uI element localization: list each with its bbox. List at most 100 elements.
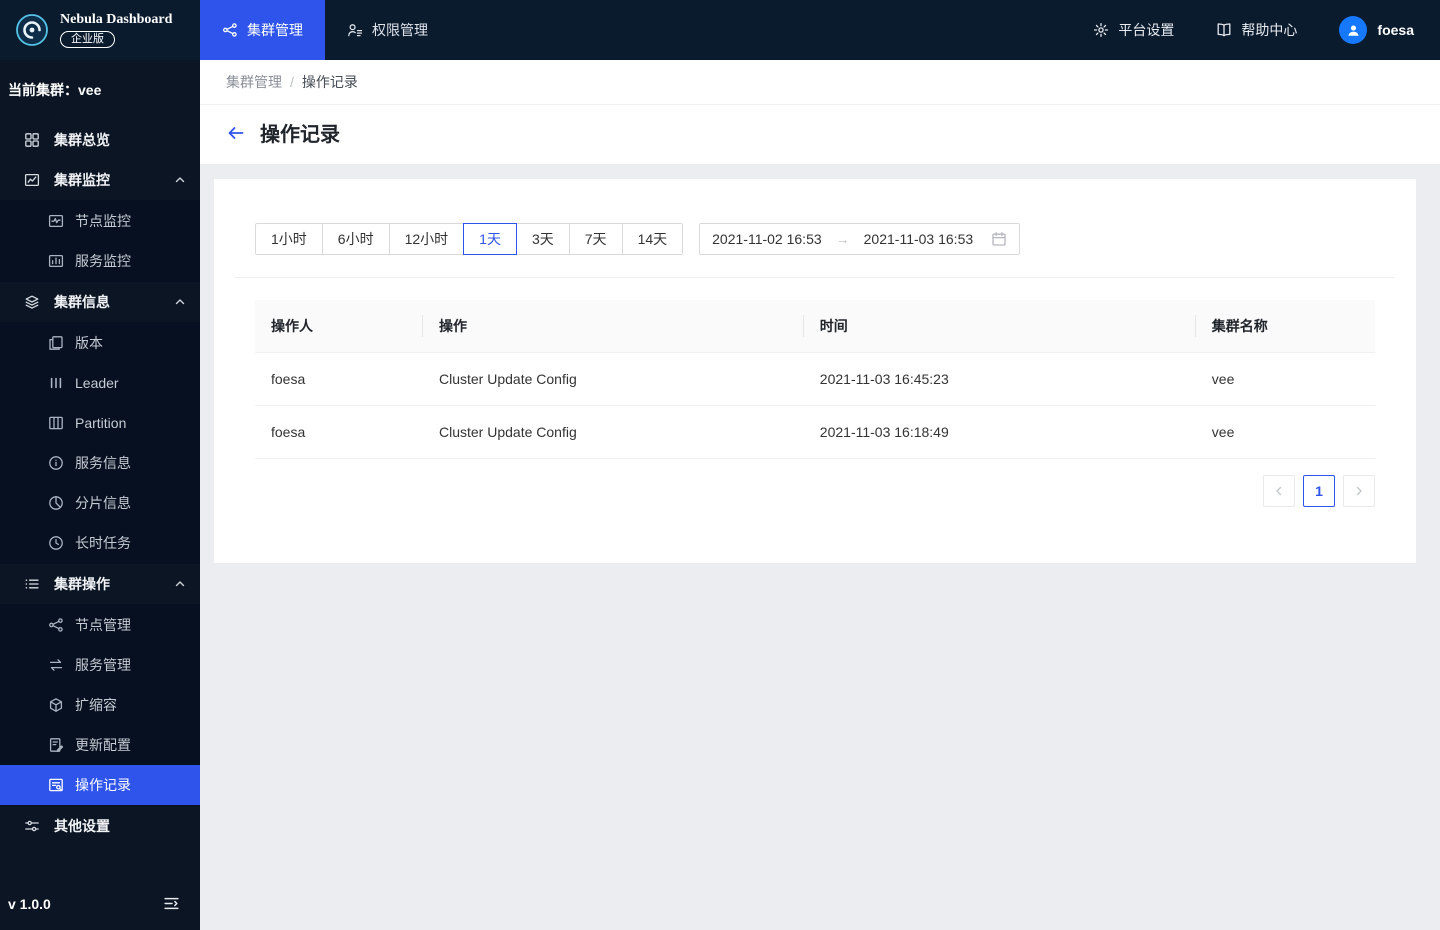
top-link-gear[interactable]: 平台设置 xyxy=(1093,20,1174,40)
node-manage-icon xyxy=(48,617,64,633)
sidebar-item-label: 集群总览 xyxy=(54,132,110,148)
time-filter-option-3[interactable]: 1天 xyxy=(463,223,517,255)
avatar xyxy=(1339,16,1368,44)
range-arrow-icon: → xyxy=(835,231,850,247)
sidebar-item-node-monitor[interactable]: 节点监控 xyxy=(0,201,200,241)
edition-badge: 企业版 xyxy=(60,31,115,48)
help-icon xyxy=(1216,22,1232,38)
pagination: 1 xyxy=(255,475,1375,507)
table-wrap: 操作人 操作 时间 集群名称 foesa Cluster Update Config 202… xyxy=(255,300,1375,459)
calendar-icon xyxy=(991,231,1007,247)
sidebar-item-version[interactable]: 版本 xyxy=(0,323,200,363)
top-tab-permission[interactable]: 权限管理 xyxy=(325,0,450,60)
current-cluster-label: 当前集群： xyxy=(8,82,78,98)
shard-info-icon xyxy=(48,495,64,511)
sidebar-item-partition[interactable]: Partition xyxy=(0,403,200,443)
time-filter-option-4[interactable]: 3天 xyxy=(515,223,570,255)
page-1-button[interactable]: 1 xyxy=(1303,475,1335,507)
sidebar-item-label: 更新配置 xyxy=(75,737,131,753)
top-tab-cluster[interactable]: 集群管理 xyxy=(200,0,325,60)
submenu: 节点监控 服务监控 xyxy=(0,200,200,282)
service-manage-icon xyxy=(48,657,64,673)
sidebar-group-cluster-operation[interactable]: 集群操作 xyxy=(0,564,200,604)
gear-icon xyxy=(1093,22,1109,38)
sidebar-footer: v 1.0.0 xyxy=(0,895,200,930)
collapse-sidebar-icon[interactable] xyxy=(163,895,180,912)
sidebar-item-node-manage[interactable]: 节点管理 xyxy=(0,605,200,645)
permission-icon xyxy=(347,22,363,38)
brand-title: Nebula Dashboard xyxy=(60,12,173,27)
sidebar-item-service-manage[interactable]: 服务管理 xyxy=(0,645,200,685)
time-filter-group: 1小时 6小时 12小时 1天 3天 7天 14天 xyxy=(255,223,684,255)
topbar-right: 平台设置 帮助中心 foesa xyxy=(1093,0,1440,60)
sidebar-item-shard-info[interactable]: 分片信息 xyxy=(0,483,200,523)
user-menu[interactable]: foesa xyxy=(1339,16,1414,44)
breadcrumb-item-0[interactable]: 集群管理 xyxy=(226,72,282,92)
sidebar-group-cluster-info[interactable]: 集群信息 xyxy=(0,282,200,322)
top-tab-label: 权限管理 xyxy=(372,22,428,38)
time-filter-option-6[interactable]: 14天 xyxy=(621,223,684,255)
submenu: 节点管理服务管理扩缩容更新配置操作记录 xyxy=(0,604,200,806)
operation-record-icon xyxy=(48,777,64,793)
table-cell-1: Cluster Update Config xyxy=(423,405,804,459)
sidebar-item-overview[interactable]: 集群总览 xyxy=(0,120,200,160)
version-label: v 1.0.0 xyxy=(8,895,51,912)
date-range-picker[interactable]: 2021-11-02 16:53 → 2021-11-03 16:53 xyxy=(699,223,1021,255)
other-settings-icon xyxy=(24,818,40,834)
chevron-up-icon xyxy=(174,578,186,590)
time-filter-option-5[interactable]: 7天 xyxy=(568,223,623,255)
sidebar-item-label: 其他设置 xyxy=(54,818,110,834)
next-page-button[interactable] xyxy=(1343,475,1375,507)
sidebar-item-label: 分片信息 xyxy=(75,495,131,511)
main-area: 集群管理 / 操作记录 操作记录 1小时 6小时 12小时 1天 3天 7天 14天 2021-… xyxy=(200,0,1440,587)
time-filter-option-1[interactable]: 6小时 xyxy=(321,223,390,255)
sidebar-item-label: 节点管理 xyxy=(75,617,131,633)
back-button[interactable] xyxy=(226,123,246,143)
sidebar-menu: 集群总览集群监控 节点监控服务监控集群信息版本 Leader Partition 服务信… xyxy=(0,120,200,895)
sidebar-item-long-task[interactable]: 长时任务 xyxy=(0,523,200,563)
nebula-logo-icon xyxy=(14,12,50,48)
sidebar-item-other-settings[interactable]: 其他设置 xyxy=(0,806,200,846)
sidebar-item-service-info[interactable]: 服务信息 xyxy=(0,443,200,483)
date-start: 2021-11-02 16:53 xyxy=(712,231,822,247)
sidebar-item-label: Leader xyxy=(75,375,119,391)
top-nav: 集群管理 权限管理 xyxy=(200,0,450,60)
table-cell-2: 2021-11-03 16:18:49 xyxy=(803,405,1196,459)
sidebar-item-label: 服务管理 xyxy=(75,657,131,673)
topbar: Nebula Dashboard 企业版 集群管理 权限管理 平台设置 帮助中心 f… xyxy=(0,0,1440,60)
sidebar-item-leader[interactable]: Leader xyxy=(0,363,200,403)
breadcrumb: 集群管理 / 操作记录 xyxy=(200,60,1440,105)
sidebar-item-service-monitor[interactable]: 服务监控 xyxy=(0,241,200,281)
overview-icon xyxy=(24,132,40,148)
divider xyxy=(235,277,1395,278)
partition-icon xyxy=(48,415,64,431)
sidebar-item-label: 版本 xyxy=(75,335,103,351)
prev-page-button[interactable] xyxy=(1263,475,1295,507)
content: 1小时 6小时 12小时 1天 3天 7天 14天 2021-11-02 16:53 → 2… xyxy=(200,164,1440,587)
breadcrumb-separator: / xyxy=(290,74,294,90)
sidebar-item-label: 扩缩容 xyxy=(75,697,117,713)
date-end: 2021-11-03 16:53 xyxy=(863,231,974,247)
version-icon xyxy=(48,335,64,351)
sidebar-item-label: Partition xyxy=(75,415,127,431)
title-row: 操作记录 xyxy=(200,105,1440,164)
column-header-1: 操作 xyxy=(423,300,804,353)
top-tab-label: 集群管理 xyxy=(247,22,303,38)
brand: Nebula Dashboard 企业版 xyxy=(0,0,200,60)
scale-icon xyxy=(48,697,64,713)
sidebar-item-label: 服务监控 xyxy=(75,253,131,269)
sidebar-item-update-config[interactable]: 更新配置 xyxy=(0,725,200,765)
time-filter-option-0[interactable]: 1小时 xyxy=(255,223,323,255)
time-filter-option-2[interactable]: 12小时 xyxy=(388,223,465,255)
sidebar-item-label: 操作记录 xyxy=(75,777,131,793)
leader-icon xyxy=(48,375,64,391)
breadcrumb-item-1: 操作记录 xyxy=(301,74,358,90)
sidebar-item-operation-record[interactable]: 操作记录 xyxy=(0,765,200,805)
current-cluster: 当前集群：vee xyxy=(0,60,200,120)
top-link-help[interactable]: 帮助中心 xyxy=(1216,20,1297,40)
table-cell-1: Cluster Update Config xyxy=(423,352,804,406)
sidebar-group-monitor[interactable]: 集群监控 xyxy=(0,160,200,200)
sidebar-item-scale[interactable]: 扩缩容 xyxy=(0,685,200,725)
column-header-3: 集群名称 xyxy=(1195,300,1375,353)
column-header-0: 操作人 xyxy=(255,300,423,353)
